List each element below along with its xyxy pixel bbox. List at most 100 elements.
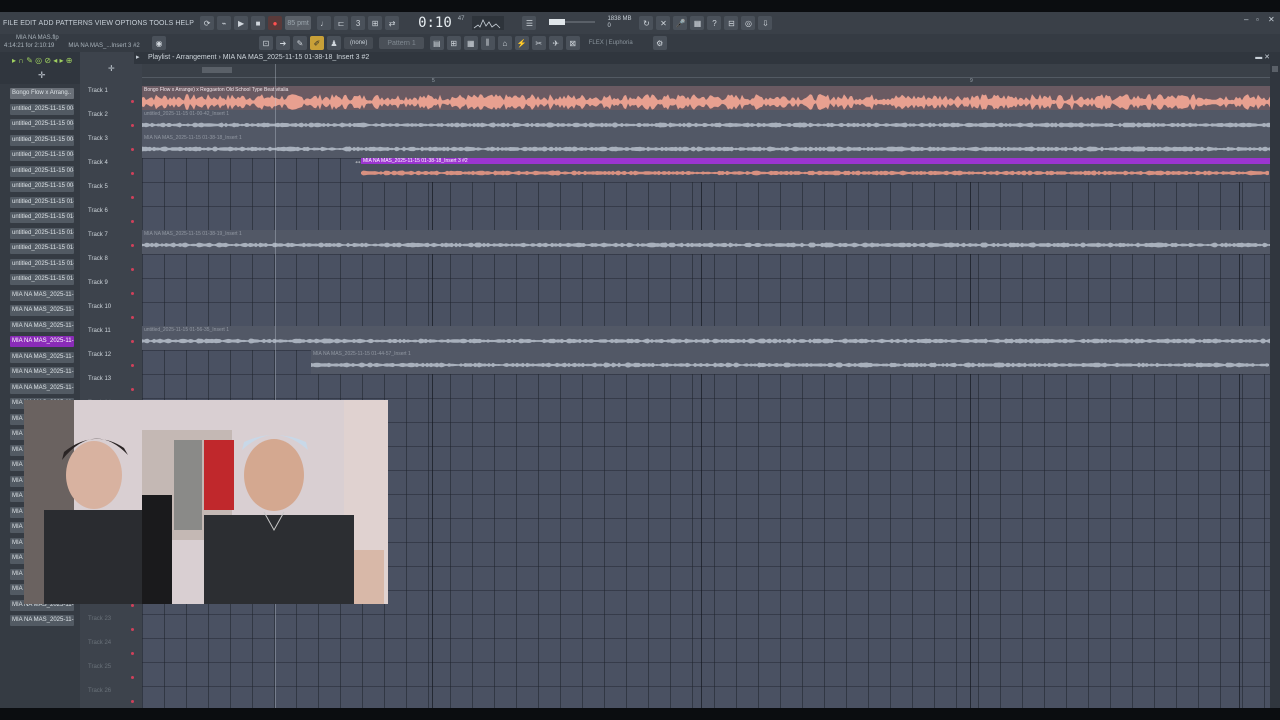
- audio-clip-track7[interactable]: MIA NA MAS_2025-11-15 01-38-19_Insert 1: [142, 230, 1270, 254]
- record-button[interactable]: ●: [268, 16, 283, 30]
- move-icon[interactable]: ✛: [38, 70, 46, 81]
- mixer-small-icon[interactable]: ⫼: [480, 36, 495, 50]
- audio-clip-track4-selected[interactable]: MIA NA MAS_2025-11-15 01-38-18_Insert 3 …: [361, 158, 1270, 182]
- playlist-menu-icon[interactable]: ▸: [136, 53, 140, 61]
- download-icon[interactable]: ⇩: [758, 16, 773, 30]
- track-mute-led[interactable]: [131, 340, 134, 343]
- track-mute-led[interactable]: [131, 628, 134, 631]
- mic-icon[interactable]: 🎤: [673, 16, 688, 30]
- track-mute-led[interactable]: [131, 388, 134, 391]
- menu-file[interactable]: FILE: [3, 20, 18, 27]
- plug-icon[interactable]: ⚡: [514, 36, 529, 50]
- tag-icon[interactable]: ✂: [531, 36, 546, 50]
- track-label[interactable]: Track 23: [88, 616, 111, 622]
- pattern-select[interactable]: Pattern 1: [379, 37, 424, 49]
- arrow-icon[interactable]: ➔: [276, 36, 290, 50]
- timeline-ruler[interactable]: 5 9: [142, 64, 1272, 86]
- pattern-item[interactable]: untitled_2025-11-15 00-..: [10, 181, 74, 192]
- track-label[interactable]: Track 7: [88, 232, 108, 238]
- master-volume-slider[interactable]: [549, 16, 599, 30]
- track-label[interactable]: Track 1: [88, 88, 108, 94]
- track-label[interactable]: Track 2: [88, 112, 108, 118]
- track-mute-led[interactable]: [131, 316, 134, 319]
- pattern-item[interactable]: untitled_2025-11-15 00-..: [10, 165, 74, 177]
- menu-edit[interactable]: EDIT: [20, 20, 36, 27]
- channel-icon[interactable]: ⊞: [446, 36, 461, 50]
- channel-rack-icon[interactable]: ?: [707, 16, 722, 30]
- pattern-item[interactable]: Bongo Flow x Arrang..: [10, 88, 74, 99]
- track-label[interactable]: Track 6: [88, 208, 108, 214]
- track-label[interactable]: Track 25: [88, 664, 111, 670]
- track-label[interactable]: Track 26: [88, 688, 111, 694]
- track-mute-led[interactable]: [131, 172, 134, 175]
- pattern-item[interactable]: MIA NA MAS_2025-11-15..: [10, 367, 74, 378]
- pattern-item[interactable]: untitled_2025-11-15 01-..: [10, 227, 74, 239]
- knob-icon[interactable]: ◉: [152, 36, 166, 50]
- track-mute-led[interactable]: [131, 124, 134, 127]
- vertical-scrollbar[interactable]: [1270, 64, 1280, 708]
- audio-clip-beat[interactable]: Bongo Flow x Arrange) x Reggaeton Old Sc…: [142, 86, 1270, 110]
- track-label[interactable]: Track 12: [88, 352, 111, 358]
- stop-button[interactable]: ■: [251, 16, 266, 30]
- menu-view[interactable]: VIEW: [95, 20, 113, 27]
- pattern-item[interactable]: MIA NA MAS_2025-11-15..: [10, 336, 74, 347]
- track-mute-led[interactable]: [131, 244, 134, 247]
- track-mute-led[interactable]: [131, 196, 134, 199]
- playlist-icon[interactable]: ▤: [429, 36, 444, 50]
- pattern-item[interactable]: MIA NA MAS_2025-11-15..: [10, 320, 74, 332]
- pattern-item[interactable]: untitled_2025-11-15 01-..: [10, 258, 74, 270]
- audio-clip-track11[interactable]: untitled_2025-11-15 01-56-35_Insert 1: [142, 326, 1270, 350]
- audio-clip-track3[interactable]: MIA NA MAS_2025-11-15 01-38-18_Insert 1: [142, 134, 1270, 158]
- pattern-item[interactable]: untitled_2025-11-15 00-..: [10, 150, 74, 161]
- pattern-item[interactable]: untitled_2025-11-15 00-..: [10, 103, 74, 115]
- pattern-item[interactable]: untitled_2025-11-15 01-..: [10, 243, 74, 254]
- dashboard-icon[interactable]: ✈: [548, 36, 563, 50]
- snap-icon[interactable]: ⊡: [259, 36, 273, 50]
- track-label[interactable]: Track 8: [88, 256, 108, 262]
- play-button[interactable]: ▶: [234, 16, 249, 30]
- track-label[interactable]: Track 9: [88, 280, 108, 286]
- metronome-icon[interactable]: ♩: [317, 16, 332, 30]
- snap-mode-select[interactable]: (none): [344, 37, 374, 49]
- close-all-icon[interactable]: ✕: [656, 16, 671, 30]
- playlist-window-controls[interactable]: ▬ ✕: [1255, 53, 1270, 61]
- track-label[interactable]: Track 3: [88, 136, 108, 142]
- pattern-item[interactable]: untitled_2025-11-15 01-..: [10, 274, 74, 285]
- menu-patterns[interactable]: PATTERNS: [56, 20, 93, 27]
- piano-roll-icon[interactable]: ⊟: [724, 16, 739, 30]
- track-mute-led[interactable]: [131, 268, 134, 271]
- track-label[interactable]: Track 4: [88, 160, 108, 166]
- loop-record-icon[interactable]: ⇄: [385, 16, 400, 30]
- playhead-line[interactable]: [275, 64, 276, 708]
- pattern-item[interactable]: untitled_2025-11-15 00-..: [10, 134, 74, 146]
- pattern-song-toggle[interactable]: ⌁: [217, 16, 232, 30]
- track-label[interactable]: Track 24: [88, 640, 111, 646]
- hint-bar-icon[interactable]: ☰: [522, 16, 537, 30]
- loop-icon[interactable]: ⟳: [200, 16, 215, 30]
- refresh-icon[interactable]: ↻: [639, 16, 654, 30]
- track-mute-led[interactable]: [131, 652, 134, 655]
- track-mute-led[interactable]: [131, 676, 134, 679]
- pattern-item[interactable]: MIA NA MAS_2025-11-15..: [10, 351, 74, 363]
- menu-add[interactable]: ADD: [39, 20, 54, 27]
- plugin-settings-icon[interactable]: ⚙: [652, 36, 667, 50]
- puzzle-icon[interactable]: ⊠: [565, 36, 580, 50]
- track-mute-led[interactable]: [131, 700, 134, 703]
- blend-icon[interactable]: ⊞: [368, 16, 383, 30]
- track-label[interactable]: Track 11: [88, 328, 111, 334]
- track-mute-led[interactable]: [131, 364, 134, 367]
- ruler-scrollbar[interactable]: [202, 67, 232, 73]
- pencil-icon[interactable]: ✎: [293, 36, 307, 50]
- track-label[interactable]: Track 10: [88, 304, 111, 310]
- pattern-item[interactable]: MIA NA MAS_2025-11-15..: [10, 289, 74, 301]
- roll-icon[interactable]: ▦: [463, 36, 478, 50]
- audio-clip-track12[interactable]: MIA NA MAS_2025-11-15 01-44-57_Insert 1: [311, 350, 1270, 374]
- mixer-icon[interactable]: ▦: [690, 16, 705, 30]
- browser-small-icon[interactable]: ⌂: [497, 36, 512, 50]
- pattern-item[interactable]: MIA NA MAS_2025-11-15..: [10, 382, 74, 394]
- pattern-item[interactable]: MIA NA MAS_2025-11-15..: [10, 615, 74, 626]
- tempo-display[interactable]: 85 pmt: [285, 16, 312, 30]
- track-mute-led[interactable]: [131, 292, 134, 295]
- close-icon[interactable]: ✕: [1268, 16, 1276, 24]
- track-label[interactable]: Track 5: [88, 184, 108, 190]
